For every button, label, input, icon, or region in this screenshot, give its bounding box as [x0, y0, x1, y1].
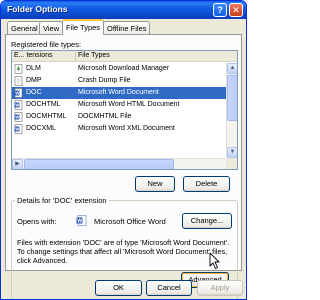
column-header-file-types[interactable]: File Types [78, 52, 110, 59]
file-types-panel: Registered file types: E... tensions Fil… [5, 34, 242, 299]
generic-file-icon [14, 76, 23, 86]
list-rows: DLM Microsoft Download Manager DMP Crash… [12, 63, 226, 135]
list-item[interactable]: DLM Microsoft Download Manager [12, 63, 226, 75]
row-file-type: Microsoft Download Manager [78, 65, 170, 72]
horizontal-scroll-thumb[interactable] [24, 159, 174, 169]
close-button[interactable]: ✕ [229, 3, 243, 17]
tab-general[interactable]: General [7, 21, 42, 34]
vertical-scroll-thumb[interactable] [227, 75, 237, 121]
column-divider[interactable] [75, 52, 76, 61]
change-button[interactable]: Change... [182, 213, 232, 229]
opens-with-app: Microsoft Office Word [94, 217, 166, 226]
ok-button[interactable]: OK [95, 280, 142, 296]
svg-text:W: W [15, 103, 20, 108]
row-file-type: Crash Dump File [78, 77, 131, 84]
close-icon: ✕ [232, 5, 240, 15]
arrow-down-icon: ▼ [229, 149, 236, 155]
row-file-type: DOCMHTML File [78, 113, 132, 120]
title-bar[interactable]: Folder Options ? ✕ [1, 1, 246, 19]
row-file-type: Microsoft Word HTML Document [78, 101, 180, 108]
svg-text:W: W [15, 91, 20, 96]
scroll-up-button[interactable]: ▲ [227, 63, 237, 74]
word-app-icon: W [76, 215, 87, 226]
row-extension: DOCXML [26, 125, 56, 132]
list-item[interactable]: W DOCMHTML DOCMHTML File [12, 111, 226, 123]
svg-text:W: W [15, 115, 20, 120]
svg-text:W: W [77, 218, 82, 224]
row-file-type: Microsoft Word XML Document [78, 125, 175, 132]
word-doc-icon: W [14, 124, 23, 134]
scroll-down-button[interactable]: ▼ [227, 147, 237, 158]
help-icon: ? [217, 5, 223, 15]
list-header: E... tensions File Types [12, 51, 237, 62]
window-title: Folder Options [7, 4, 68, 14]
scrollbar-corner [226, 158, 237, 169]
row-extension: DMP [26, 77, 42, 84]
new-button[interactable]: New [135, 176, 175, 192]
row-extension: DOCHTML [26, 101, 61, 108]
word-doc-icon: W [14, 88, 23, 98]
tab-view[interactable]: View [39, 21, 64, 34]
arrow-up-icon: ▲ [229, 65, 236, 71]
row-extension: DLM [26, 65, 41, 72]
apply-button[interactable]: Apply [197, 280, 243, 296]
folder-options-dialog: Folder Options ? ✕ General View File Typ… [0, 0, 247, 300]
list-item-selected[interactable]: W DOC Microsoft Word Document [12, 87, 226, 99]
cancel-button[interactable]: Cancel [146, 280, 192, 296]
registered-file-types-label: Registered file types: [11, 40, 82, 49]
mouse-pointer-icon [209, 252, 220, 269]
row-extension: DOC [26, 89, 42, 96]
help-button[interactable]: ? [213, 3, 227, 17]
scroll-right-button[interactable]: ▶ [12, 159, 23, 169]
details-description: Files with extension 'DOC' are of type '… [17, 238, 230, 265]
download-file-icon [14, 64, 23, 74]
column-header-extensions[interactable]: E... tensions [14, 52, 53, 59]
row-file-type: Microsoft Word Document [78, 89, 159, 96]
vertical-scrollbar[interactable]: ▲ ▼ [226, 63, 237, 158]
list-item[interactable]: DMP Crash Dump File [12, 75, 226, 87]
list-item[interactable]: W DOCHTML Microsoft Word HTML Document [12, 99, 226, 111]
details-group-label: Details for 'DOC' extension [15, 196, 109, 205]
arrow-right-icon: ▶ [15, 161, 20, 167]
horizontal-scrollbar[interactable]: ◀ ▶ [12, 158, 226, 169]
tab-file-types[interactable]: File Types [62, 19, 105, 35]
word-doc-icon: W [14, 100, 23, 110]
svg-text:W: W [15, 127, 20, 132]
list-item[interactable]: W DOCXML Microsoft Word XML Document [12, 123, 226, 135]
word-doc-icon: W [14, 112, 23, 122]
opens-with-label: Opens with: [17, 217, 57, 226]
file-types-list[interactable]: E... tensions File Types DLM Microsoft D… [11, 50, 238, 170]
row-extension: DOCMHTML [26, 113, 67, 120]
tab-offline-files[interactable]: Offline Files [103, 21, 151, 34]
delete-button[interactable]: Delete [183, 176, 230, 192]
